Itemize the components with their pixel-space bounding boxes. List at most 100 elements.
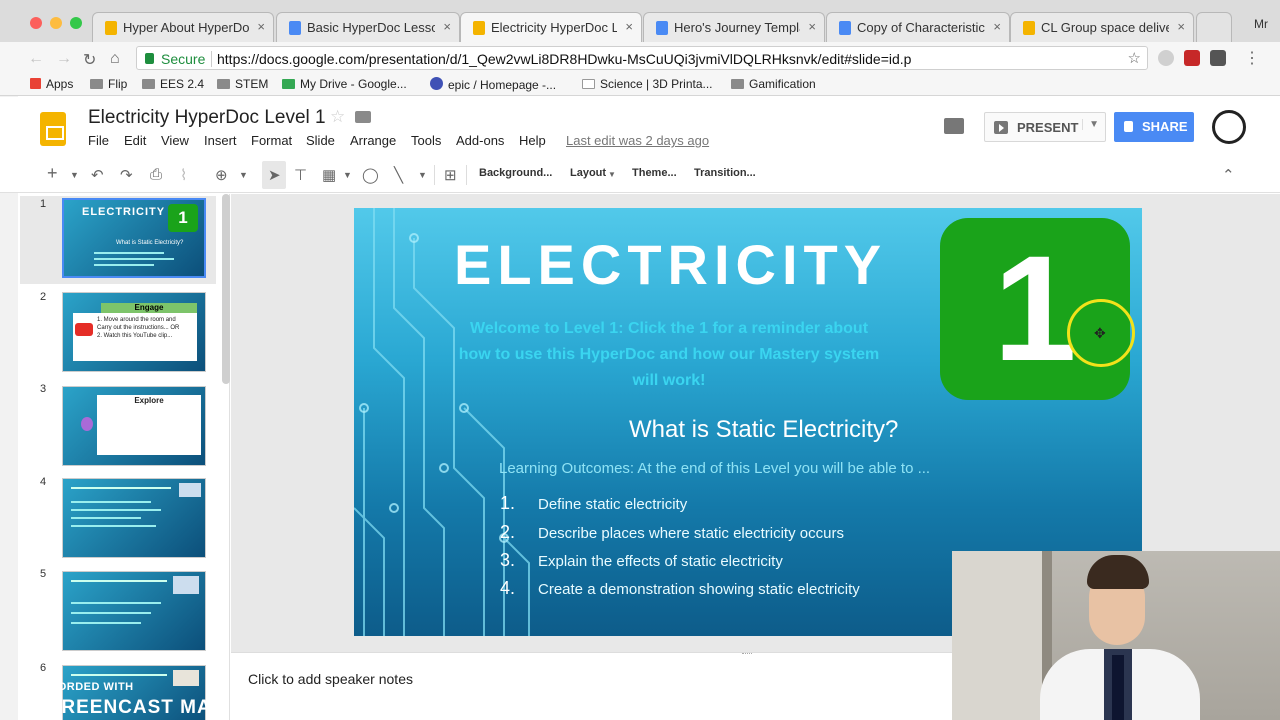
ublock-icon[interactable] bbox=[1184, 50, 1200, 66]
chevron-down-icon[interactable]: ▼ bbox=[70, 170, 79, 180]
tab-copy-of-characteristics[interactable]: Copy of Characteristics × bbox=[826, 12, 1010, 42]
chevron-down-icon[interactable]: ▼ bbox=[608, 170, 616, 179]
thumb-line: 1. Move around the room and bbox=[97, 317, 176, 323]
layout-button[interactable]: Layout bbox=[570, 167, 606, 179]
tab-close-icon[interactable]: × bbox=[1177, 19, 1185, 34]
theme-button[interactable]: Theme... bbox=[632, 167, 677, 179]
paint-format-icon[interactable]: ⌇ bbox=[180, 166, 187, 184]
tab-close-icon[interactable]: × bbox=[808, 19, 816, 34]
tab-close-icon[interactable]: × bbox=[443, 19, 451, 34]
tab-basic-hyperdoc-lesson[interactable]: Basic HyperDoc Lesson × bbox=[276, 12, 460, 42]
tab-electricity-hyperdoc[interactable]: Electricity HyperDoc Le × bbox=[460, 12, 642, 43]
collapse-toolbar-icon[interactable]: ⌃ bbox=[1222, 166, 1235, 184]
slide-question[interactable]: What is Static Electricity? bbox=[629, 416, 898, 444]
bookmark-ees[interactable]: EES 2.4 bbox=[142, 77, 204, 91]
document-title[interactable]: Electricity HyperDoc Level 1 bbox=[88, 107, 326, 129]
menu-insert[interactable]: Insert bbox=[204, 133, 237, 148]
line-icon[interactable]: ╲ bbox=[394, 166, 403, 184]
close-window-button[interactable] bbox=[30, 17, 42, 29]
menu-help[interactable]: Help bbox=[519, 133, 546, 148]
comments-icon[interactable] bbox=[944, 118, 964, 134]
slide-thumbnail-3[interactable]: Explore bbox=[62, 386, 206, 466]
menu-tools[interactable]: Tools bbox=[411, 133, 441, 148]
bookmark-stem[interactable]: STEM bbox=[217, 77, 268, 91]
print-icon[interactable]: ⎙ bbox=[150, 166, 162, 183]
thumb-image bbox=[179, 483, 201, 497]
tab-close-icon[interactable]: × bbox=[993, 19, 1001, 34]
share-label: SHARE bbox=[1142, 119, 1188, 134]
browser-menu-icon[interactable]: ⋮ bbox=[1244, 48, 1260, 68]
bookmark-star-icon[interactable]: ☆ bbox=[1128, 49, 1141, 67]
chevron-down-icon[interactable]: ▼ bbox=[343, 170, 352, 180]
zoom-window-button[interactable] bbox=[70, 17, 82, 29]
present-button[interactable]: PRESENT ▼ bbox=[984, 112, 1106, 142]
avatar[interactable] bbox=[1212, 110, 1246, 144]
tab-heros-journey[interactable]: Hero's Journey Templat × bbox=[643, 12, 825, 42]
bookmark-gamification[interactable]: Gamification bbox=[731, 77, 816, 91]
chevron-down-icon[interactable]: ▼ bbox=[418, 170, 427, 180]
menu-format[interactable]: Format bbox=[251, 133, 292, 148]
text-box-icon[interactable]: ⊤ bbox=[294, 166, 307, 184]
new-tab-button[interactable] bbox=[1196, 12, 1232, 42]
bookmark-epic[interactable]: epic / Homepage -... bbox=[430, 77, 556, 92]
menu-arrange[interactable]: Arrange bbox=[350, 133, 396, 148]
chevron-down-icon[interactable]: ▼ bbox=[1082, 119, 1099, 130]
folder-icon[interactable] bbox=[355, 111, 371, 123]
address-bar[interactable]: Secure https://docs.google.com/presentat… bbox=[136, 46, 1148, 70]
last-edit-link[interactable]: Last edit was 2 days ago bbox=[566, 133, 709, 148]
bookmark-apps[interactable]: Apps bbox=[30, 77, 73, 91]
slides-logo-icon[interactable] bbox=[40, 112, 66, 146]
browser-profile[interactable]: Mr bbox=[1254, 17, 1268, 31]
zoom-icon[interactable]: ⊕ bbox=[215, 166, 228, 184]
menu-file[interactable]: File bbox=[88, 133, 109, 148]
bookmark-flip[interactable]: Flip bbox=[90, 77, 127, 91]
star-icon[interactable]: ☆ bbox=[330, 107, 345, 127]
tab-cl-group-space[interactable]: CL Group space deliver × bbox=[1010, 12, 1194, 42]
slide-thumbnail-5[interactable] bbox=[62, 571, 206, 651]
menu-view[interactable]: View bbox=[161, 133, 189, 148]
thumb-line bbox=[94, 264, 154, 266]
filmstrip-scrollbar[interactable] bbox=[222, 194, 230, 384]
shape-icon[interactable]: ◯ bbox=[362, 166, 379, 184]
extension-icon[interactable] bbox=[1158, 50, 1174, 66]
slide-thumbnail-4[interactable] bbox=[62, 478, 206, 558]
home-icon[interactable]: ⌂ bbox=[110, 50, 120, 68]
share-button[interactable]: SHARE bbox=[1114, 112, 1194, 142]
slide-welcome-text[interactable]: Welcome to Level 1: Click the 1 for a re… bbox=[409, 316, 929, 394]
speaker-notes-placeholder[interactable]: Click to add speaker notes bbox=[248, 671, 413, 687]
tab-label: CL Group space deliver bbox=[1041, 20, 1169, 35]
menu-edit[interactable]: Edit bbox=[124, 133, 146, 148]
back-arrow-icon[interactable]: ← bbox=[28, 50, 44, 68]
present-icon bbox=[994, 121, 1008, 134]
new-slide-icon[interactable]: + bbox=[47, 163, 58, 184]
reload-icon[interactable]: ↻ bbox=[83, 50, 96, 70]
chevron-down-icon[interactable]: ▼ bbox=[239, 170, 248, 180]
undo-icon[interactable]: ↶ bbox=[91, 166, 104, 184]
forward-arrow-icon[interactable]: → bbox=[56, 50, 72, 68]
background-button[interactable]: Background... bbox=[479, 167, 552, 179]
add-comment-icon[interactable]: ⊞ bbox=[444, 166, 457, 184]
slide-title[interactable]: ELECTRICITY bbox=[454, 232, 884, 297]
menu-addons[interactable]: Add-ons bbox=[456, 133, 504, 148]
bookmark-my-drive[interactable]: My Drive - Google... bbox=[282, 77, 407, 91]
bookmark-science[interactable]: Science | 3D Printa... bbox=[582, 77, 713, 91]
redo-icon[interactable]: ↷ bbox=[120, 166, 133, 184]
tab-hyper-about-hyperdoc[interactable]: Hyper About HyperDoc × bbox=[92, 12, 274, 42]
notes-resize-handle[interactable] bbox=[742, 653, 752, 655]
tab-close-icon[interactable]: × bbox=[257, 19, 265, 34]
slide-thumbnail-2[interactable]: Engage 1. Move around the room and Carry… bbox=[62, 292, 206, 372]
slides-icon bbox=[473, 21, 485, 35]
speaker-notes-panel[interactable]: Click to add speaker notes bbox=[231, 652, 953, 720]
transition-button[interactable]: Transition... bbox=[694, 167, 756, 179]
tab-close-icon[interactable]: × bbox=[625, 19, 633, 34]
select-cursor-icon[interactable]: ➤ bbox=[268, 166, 281, 184]
slide-thumbnail-1[interactable]: ELECTRICITY 1 What is Static Electricity… bbox=[62, 198, 206, 278]
url-text[interactable]: https://docs.google.com/presentation/d/1… bbox=[217, 51, 911, 67]
image-icon[interactable]: ▦ bbox=[322, 166, 336, 184]
menu-slide[interactable]: Slide bbox=[306, 133, 335, 148]
thumb-line bbox=[71, 525, 156, 527]
browser-tab-strip: Hyper About HyperDoc × Basic HyperDoc Le… bbox=[0, 0, 1280, 43]
minimize-window-button[interactable] bbox=[50, 17, 62, 29]
extension-icon[interactable] bbox=[1210, 50, 1226, 66]
learning-outcomes[interactable]: Learning Outcomes: At the end of this Le… bbox=[499, 460, 930, 477]
